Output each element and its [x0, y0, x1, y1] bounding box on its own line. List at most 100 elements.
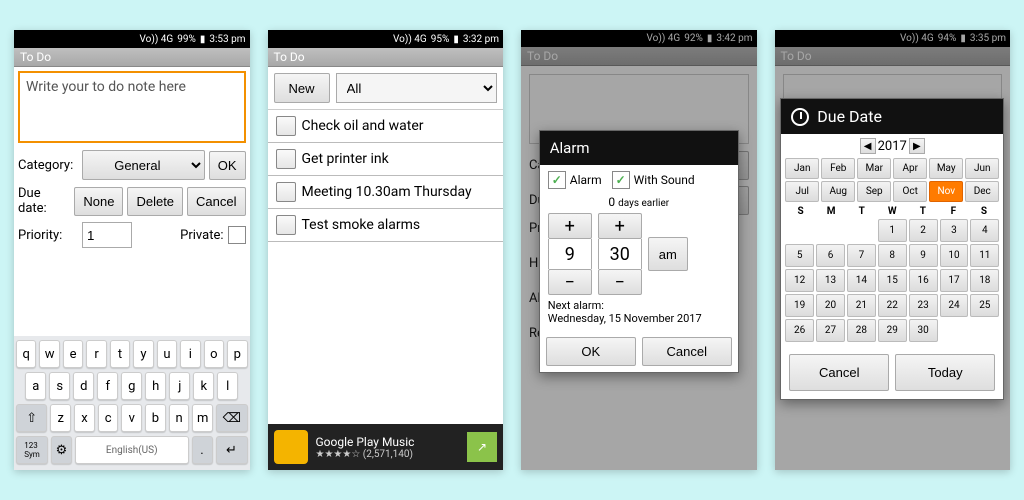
- year-prev[interactable]: ◀: [860, 138, 876, 154]
- alarm-ok-button[interactable]: OK: [546, 337, 636, 366]
- month-may[interactable]: May: [929, 158, 963, 179]
- item-checkbox[interactable]: [276, 149, 296, 169]
- ad-banner[interactable]: Google Play Music ★★★★☆ (2,571,140) ↗: [268, 424, 504, 470]
- private-checkbox[interactable]: [228, 226, 246, 244]
- month-mar[interactable]: Mar: [857, 158, 891, 179]
- key-u[interactable]: u: [157, 340, 177, 368]
- key-d[interactable]: d: [73, 372, 94, 400]
- key-r[interactable]: r: [86, 340, 106, 368]
- key-s[interactable]: s: [49, 372, 70, 400]
- day-4[interactable]: 4: [970, 219, 999, 242]
- key-f[interactable]: f: [97, 372, 118, 400]
- day-10[interactable]: 10: [940, 244, 969, 267]
- key-v[interactable]: v: [121, 404, 142, 432]
- day-27[interactable]: 27: [816, 319, 845, 342]
- key-x[interactable]: x: [74, 404, 95, 432]
- keyboard[interactable]: qwertyuiop asdfghjkl ⇧zxcvbnm⌫ 123 Sym ⚙…: [14, 336, 250, 470]
- key-q[interactable]: q: [16, 340, 36, 368]
- key-j[interactable]: j: [169, 372, 190, 400]
- day-12[interactable]: 12: [785, 269, 814, 292]
- day-25[interactable]: 25: [970, 294, 999, 317]
- month-feb[interactable]: Feb: [821, 158, 855, 179]
- key-l[interactable]: l: [217, 372, 238, 400]
- hour-spinner[interactable]: + 9 −: [548, 213, 592, 295]
- month-jan[interactable]: Jan: [785, 158, 819, 179]
- day-20[interactable]: 20: [816, 294, 845, 317]
- key-t[interactable]: t: [110, 340, 130, 368]
- due-date-none-button[interactable]: None: [74, 187, 123, 216]
- key-z[interactable]: z: [50, 404, 71, 432]
- month-oct[interactable]: Oct: [893, 181, 927, 202]
- delete-button[interactable]: Delete: [127, 187, 183, 216]
- settings-key[interactable]: ⚙: [51, 436, 72, 464]
- month-aug[interactable]: Aug: [821, 181, 855, 202]
- cancel-button[interactable]: Cancel: [187, 187, 245, 216]
- day-9[interactable]: 9: [909, 244, 938, 267]
- ok-button[interactable]: OK: [209, 151, 246, 180]
- alarm-cancel-button[interactable]: Cancel: [642, 337, 732, 366]
- day-15[interactable]: 15: [878, 269, 907, 292]
- enter-key[interactable]: ↵: [216, 436, 248, 464]
- date-today-button[interactable]: Today: [895, 354, 995, 391]
- day-3[interactable]: 3: [940, 219, 969, 242]
- date-cancel-button[interactable]: Cancel: [789, 354, 889, 391]
- priority-input[interactable]: [82, 222, 132, 248]
- day-6[interactable]: 6: [816, 244, 845, 267]
- key-w[interactable]: w: [39, 340, 59, 368]
- key-p[interactable]: p: [227, 340, 247, 368]
- key-m[interactable]: m: [192, 404, 213, 432]
- filter-select[interactable]: All: [336, 73, 497, 103]
- key-i[interactable]: i: [180, 340, 200, 368]
- minute-spinner[interactable]: + 30 −: [598, 213, 642, 295]
- key-⇧[interactable]: ⇧: [16, 404, 47, 432]
- minute-up[interactable]: +: [598, 213, 642, 239]
- key-⌫[interactable]: ⌫: [216, 404, 247, 432]
- day-7[interactable]: 7: [847, 244, 876, 267]
- item-checkbox[interactable]: [276, 182, 296, 202]
- minute-down[interactable]: −: [598, 269, 642, 295]
- list-item[interactable]: Test smoke alarms: [268, 209, 504, 242]
- day-14[interactable]: 14: [847, 269, 876, 292]
- month-jul[interactable]: Jul: [785, 181, 819, 202]
- key-g[interactable]: g: [121, 372, 142, 400]
- day-16[interactable]: 16: [909, 269, 938, 292]
- alarm-checkbox[interactable]: ✓: [548, 171, 566, 189]
- month-sep[interactable]: Sep: [857, 181, 891, 202]
- day-30[interactable]: 30: [909, 319, 938, 342]
- hour-up[interactable]: +: [548, 213, 592, 239]
- item-checkbox[interactable]: [276, 116, 296, 136]
- day-24[interactable]: 24: [940, 294, 969, 317]
- month-dec[interactable]: Dec: [965, 181, 999, 202]
- month-nov[interactable]: Nov: [929, 181, 963, 202]
- day-13[interactable]: 13: [816, 269, 845, 292]
- key-o[interactable]: o: [204, 340, 224, 368]
- note-textarea[interactable]: Write your to do note here: [18, 71, 246, 143]
- category-select[interactable]: General: [82, 150, 205, 180]
- ampm-toggle[interactable]: am: [648, 237, 688, 271]
- day-22[interactable]: 22: [878, 294, 907, 317]
- day-18[interactable]: 18: [970, 269, 999, 292]
- key-c[interactable]: c: [98, 404, 119, 432]
- day-26[interactable]: 26: [785, 319, 814, 342]
- day-1[interactable]: 1: [878, 219, 907, 242]
- key-e[interactable]: e: [63, 340, 83, 368]
- key-h[interactable]: h: [145, 372, 166, 400]
- year-next[interactable]: ▶: [909, 138, 925, 154]
- list-item[interactable]: Check oil and water: [268, 110, 504, 143]
- sound-checkbox[interactable]: ✓: [612, 171, 630, 189]
- ad-open-icon[interactable]: ↗: [467, 432, 497, 462]
- day-28[interactable]: 28: [847, 319, 876, 342]
- list-item[interactable]: Meeting 10.30am Thursday: [268, 176, 504, 209]
- day-23[interactable]: 23: [909, 294, 938, 317]
- day-5[interactable]: 5: [785, 244, 814, 267]
- key-a[interactable]: a: [25, 372, 46, 400]
- sym-key[interactable]: 123 Sym: [16, 436, 48, 464]
- month-apr[interactable]: Apr: [893, 158, 927, 179]
- key-b[interactable]: b: [145, 404, 166, 432]
- day-2[interactable]: 2: [909, 219, 938, 242]
- day-21[interactable]: 21: [847, 294, 876, 317]
- period-key[interactable]: .: [192, 436, 213, 464]
- key-n[interactable]: n: [169, 404, 190, 432]
- hour-down[interactable]: −: [548, 269, 592, 295]
- month-jun[interactable]: Jun: [965, 158, 999, 179]
